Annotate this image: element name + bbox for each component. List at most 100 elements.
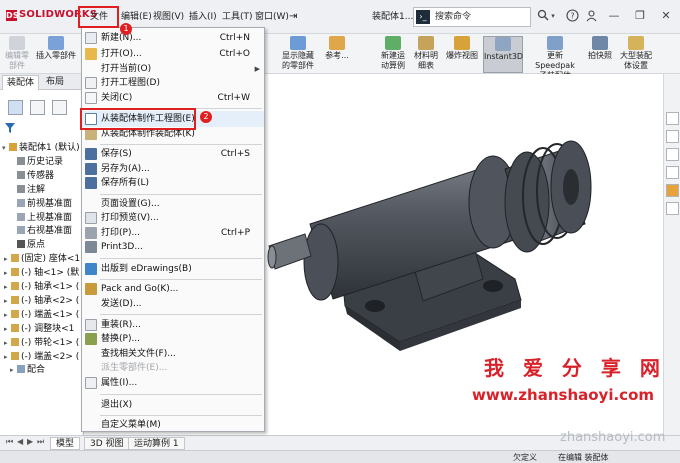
tree-item[interactable]: 原点 [10,239,45,252]
restore-icon[interactable]: ❐ [630,6,650,26]
exploded-view-button[interactable]: 爆炸视图 [444,36,480,73]
save-as-icon [85,163,97,175]
pin-menu-icon[interactable]: ⇥ [286,8,300,26]
close-icon[interactable]: ✕ [656,6,676,26]
insert-components-button[interactable]: 插入零部件 [34,36,78,73]
menu-label: 打开工程图(D) [101,78,160,88]
tree-item-label: (-) 轴承<2> ( [21,295,80,306]
filter-icon[interactable] [5,123,15,136]
tab-layout[interactable]: 布局 [42,75,68,90]
tree-node-icon [17,170,25,179]
tree-root-assembly[interactable]: ▾ 装配体1 (默认) [2,142,80,155]
expand-caret-icon[interactable]: ▸ [4,295,11,308]
tab-motion-study[interactable]: 运动算例 1 [128,437,185,450]
menu-item-customize[interactable]: 自定义菜单(M) [82,417,264,433]
menu-item-save[interactable]: 保存(S) Ctrl+S [82,146,264,162]
tree-item[interactable]: ▸ (-) 端盖<1> ( [4,309,79,322]
view-palette-icon[interactable] [666,166,679,179]
camera-icon [592,36,608,50]
close-document-icon [85,92,97,104]
menu-insert[interactable]: 插入(I) [186,8,220,26]
help-icon[interactable]: ? [565,9,579,23]
home-icon[interactable] [666,112,679,125]
minimize-icon[interactable]: — [604,6,624,26]
update-speedpak-button[interactable]: 更新 Speedpak 子装配体 [527,36,583,80]
edit-component-button[interactable]: 编辑零 部件 [2,36,32,73]
instant3d-button[interactable]: Instant3D [483,36,523,73]
tree-item[interactable]: ▸ (-) 调整块<1 [4,323,74,336]
tree-item[interactable]: ▸ 配合 [10,364,45,377]
menu-item-save-all[interactable]: 保存所有(L) [82,175,264,191]
first-tab-icon[interactable]: ⏮ [6,437,13,447]
tree-item[interactable]: 历史记录 [10,156,63,169]
tree-item[interactable]: ▸ (-) 轴<1> (默 [4,267,79,280]
show-hidden-components-button[interactable]: 显示隐藏 的零部件 [280,36,316,73]
tree-item[interactable]: 前视基准面 [10,198,72,211]
tree-item-label: 前视基准面 [27,198,73,209]
menu-item-publish-edrawings[interactable]: 出版到 eDrawings(B) [82,261,264,277]
tree-item[interactable]: ▸ (-) 轴承<1> ( [4,281,79,294]
appearances-icon[interactable] [666,184,679,197]
expand-caret-icon[interactable]: ▸ [4,281,11,294]
last-tab-icon[interactable]: ⏭ [37,437,44,447]
expand-caret-icon[interactable]: ▾ [2,142,9,155]
tree-item[interactable]: ▸ (-) 带轮<1> ( [4,337,79,350]
custom-properties-icon[interactable] [666,202,679,215]
tree-item[interactable]: ▸ (-) 端盖<2> ( [4,351,79,364]
expand-caret-icon[interactable]: ▸ [4,323,11,336]
bill-of-materials-button[interactable]: 材料明 细表 [412,36,440,73]
reference-geometry-label: 参考... [325,51,349,60]
feature-tree-tab-icon[interactable] [8,100,23,115]
configuration-manager-tab-icon[interactable] [52,100,67,115]
expand-caret-icon[interactable]: ▸ [4,309,11,322]
print-preview-icon [85,212,97,224]
menu-item-print3d[interactable]: Print3D... [82,239,264,255]
highlight-make-drawing [80,108,196,130]
take-snapshot-button[interactable]: 拍快照 [586,36,614,73]
tree-item[interactable]: 注解 [10,184,45,197]
expand-caret-icon[interactable]: ▸ [4,267,11,280]
menu-item-exit[interactable]: 退出(X) [82,397,264,413]
menu-tools[interactable]: 工具(T) [219,8,256,26]
menu-item-replace[interactable]: 替换(P)... [82,331,264,347]
tree-item-label: (-) 端盖<2> ( [21,351,80,362]
tab-model[interactable]: 模型 [50,437,81,450]
menu-item-open-drawing[interactable]: 打开工程图(D) [82,75,264,91]
menu-separator [100,394,262,395]
expand-caret-icon[interactable]: ▸ [10,364,17,377]
expand-caret-icon[interactable]: ▸ [4,351,11,364]
search-commands-input[interactable]: ›_ 搜索命令 [413,7,531,27]
file-explorer-icon[interactable] [666,148,679,161]
previous-tab-icon[interactable]: ◀ [17,437,23,446]
design-library-icon[interactable] [666,130,679,143]
menu-item-pack-and-go[interactable]: Pack and Go(K)... [82,281,264,297]
next-tab-icon[interactable]: ▶ [27,437,33,446]
tree-node-icon [11,254,19,263]
menu-item-print-preview[interactable]: 打印预览(V)... [82,210,264,226]
tree-item[interactable]: 传感器 [10,170,54,183]
user-icon[interactable] [584,9,598,23]
menu-item-send[interactable]: 发送(D)... [82,296,264,312]
menu-item-properties[interactable]: 属性(I)... [82,375,264,391]
expand-caret-icon[interactable]: ▸ [4,337,11,350]
tree-item[interactable]: 上视基准面 [10,212,72,225]
bom-icon [418,36,434,50]
tab-3d-view[interactable]: 3D 视图 [84,437,130,450]
menu-item-open[interactable]: 打开(O)... Ctrl+O [82,46,264,62]
large-assembly-settings-button[interactable]: 大型装配 体设置 [618,36,654,73]
reference-geometry-button[interactable]: 参考... [320,36,354,73]
property-manager-tab-icon[interactable] [30,100,45,115]
menu-view[interactable]: 视图(V) [150,8,187,26]
tree-item[interactable]: 右视基准面 [10,225,72,238]
tab-assembly[interactable]: 装配体 [2,75,40,90]
tree-item[interactable]: ▸ (-) 轴承<2> ( [4,295,79,308]
tree-item[interactable]: ▸ (固定) 座体<1 [4,253,80,266]
search-dropdown-icon[interactable]: ▾ [546,9,560,23]
menu-label: 属性(I)... [101,378,138,388]
menu-item-close[interactable]: 关闭(C) Ctrl+W [82,90,264,106]
expand-caret-icon[interactable]: ▸ [4,253,11,266]
menu-label: 派生零部件(E)... [101,363,168,373]
menu-item-new[interactable]: 新建(N)... Ctrl+N [82,30,264,46]
snapshot-label: 拍快照 [588,51,612,60]
new-motion-study-button[interactable]: 新建运 动算例 [378,36,408,73]
